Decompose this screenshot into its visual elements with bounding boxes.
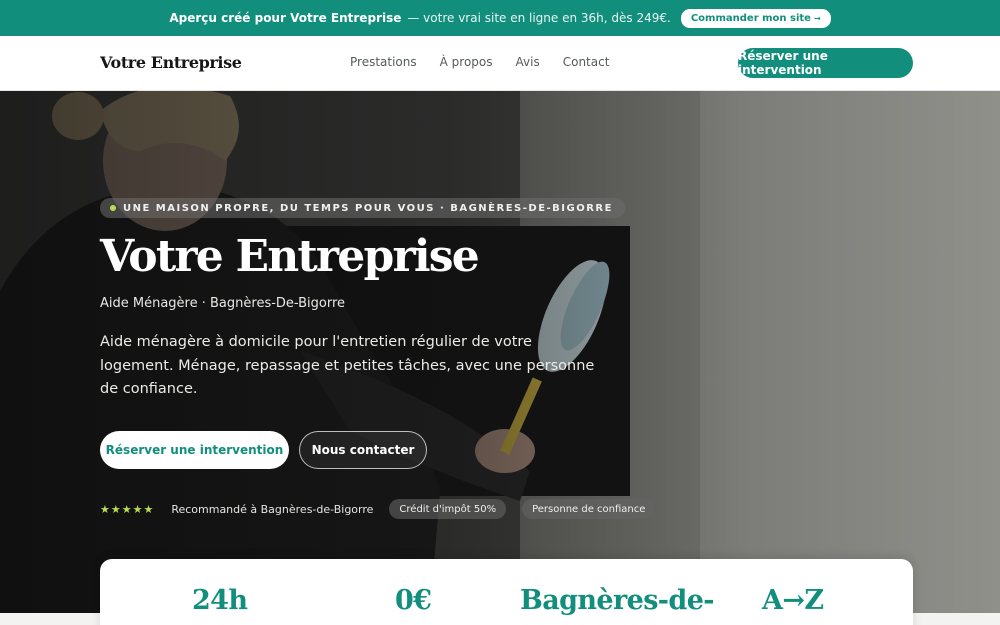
main-nav: Prestations À propos Avis Contact <box>350 55 609 69</box>
order-site-label: Commander mon site <box>690 12 811 24</box>
hero-eyebrow-text: UNE MAISON PROPRE, DU TEMPS POUR VOUS · … <box>123 202 613 214</box>
nav-item-avis[interactable]: Avis <box>516 55 540 69</box>
hero-lead: Aide ménagère à domicile pour l'entretie… <box>100 334 595 397</box>
site-header: Votre Entreprise Prestations À propos Av… <box>0 36 1000 91</box>
banner-text: — votre vrai site en ligne en 36h, dès 2… <box>407 11 671 25</box>
trusted-person-badge: Personne de confiance <box>522 499 656 519</box>
hero-eyebrow: UNE MAISON PROPRE, DU TEMPS POUR VOUS · … <box>100 198 625 218</box>
stat-response-time: 24h <box>192 585 248 616</box>
tax-credit-badge: Crédit d'impôt 50% <box>389 499 507 519</box>
hero-book-button[interactable]: Réserver une intervention <box>100 431 289 469</box>
stat-full-service: A→Z <box>762 585 824 616</box>
hero-subtitle: Aide Ménagère · Bagnères-De-Bigorre <box>100 296 346 311</box>
trust-bar: ★★★★★ Recommandé à Bagnères-de-Bigorre C… <box>100 499 671 519</box>
stat-fees: 0€ <box>395 585 432 616</box>
hero-contact-button[interactable]: Nous contacter <box>299 431 427 469</box>
hero-section: UNE MAISON PROPRE, DU TEMPS POUR VOUS · … <box>0 91 1000 613</box>
announcement-banner: Aperçu créé pour Votre Entreprise — votr… <box>0 0 1000 36</box>
order-site-button[interactable]: Commander mon site → <box>680 8 831 28</box>
nav-item-a-propos[interactable]: À propos <box>440 55 493 69</box>
stat-location: Bagnères-de- <box>520 585 714 616</box>
hero-title: Votre Entreprise <box>100 231 480 282</box>
nav-item-contact[interactable]: Contact <box>563 55 610 69</box>
nav-item-prestations[interactable]: Prestations <box>350 55 417 69</box>
arrow-right-icon: → <box>813 13 821 23</box>
banner-title: Aperçu créé pour Votre Entreprise <box>169 11 402 25</box>
site-logo[interactable]: Votre Entreprise <box>100 53 242 72</box>
rating-stars-icon: ★★★★★ <box>100 502 155 516</box>
header-book-button[interactable]: Réserver une intervention <box>738 48 913 78</box>
recommended-text: Recommandé à Bagnères-de-Bigorre <box>171 502 374 516</box>
stats-card: 24h 0€ Bagnères-de- A→Z <box>100 559 913 625</box>
status-dot-icon <box>110 205 116 211</box>
